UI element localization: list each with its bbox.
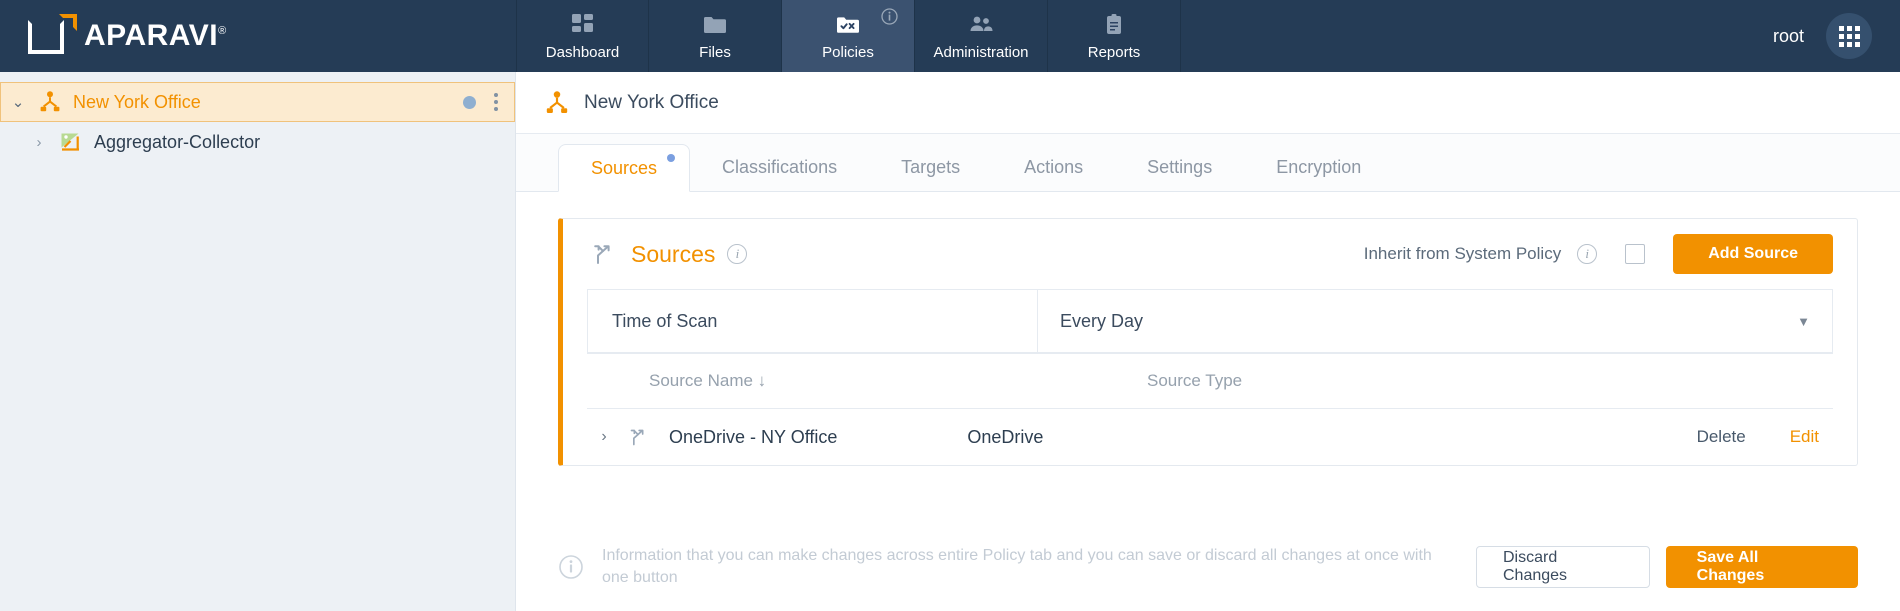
column-header-source-type-label: Source Type xyxy=(1147,371,1242,390)
column-header-source-type[interactable]: Source Type xyxy=(1147,371,1447,391)
tab-settings-label: Settings xyxy=(1147,157,1212,178)
nav-tab-files[interactable]: Files xyxy=(649,0,782,72)
breadcrumb-label: New York Office xyxy=(584,92,719,114)
tab-encryption[interactable]: Encryption xyxy=(1244,143,1393,191)
nav-tab-policies-label: Policies xyxy=(822,44,874,61)
info-circle-icon xyxy=(558,554,584,580)
tab-targets[interactable]: Targets xyxy=(869,143,992,191)
nav-tab-reports-label: Reports xyxy=(1088,44,1141,61)
inherit-info-circle-icon[interactable]: i xyxy=(1577,244,1597,264)
nav-tab-files-label: Files xyxy=(699,44,731,61)
sources-card-header-actions: Inherit from System Policy i Add Source xyxy=(1364,234,1833,274)
sidebar-item-aggregator-collector[interactable]: › Aggregator-Collector xyxy=(0,122,515,162)
table-cell-source-type: OneDrive xyxy=(967,427,1267,448)
sitemap-node-icon xyxy=(35,90,65,114)
time-of-scan-select[interactable]: Every Day ▼ xyxy=(1038,290,1832,352)
nav-tab-dashboard-label: Dashboard xyxy=(546,44,619,61)
brand-registered-mark: ® xyxy=(218,25,227,37)
table-row-actions: Delete Edit xyxy=(1697,427,1833,447)
sitemap-node-icon xyxy=(544,90,570,116)
inherit-from-system-policy-label: Inherit from System Policy xyxy=(1364,244,1561,264)
footer-buttons: Discard Changes Save All Changes xyxy=(1476,546,1858,588)
table-row[interactable]: › OneDrive - NY Office OneDrive Delete E… xyxy=(587,409,1833,465)
brand-name: APARAVI® xyxy=(84,19,227,53)
fork-branch-icon xyxy=(591,242,615,266)
grid-apps-icon[interactable] xyxy=(1826,13,1872,59)
info-circle-icon[interactable]: i xyxy=(727,244,747,264)
policies-info-icon[interactable] xyxy=(881,8,898,25)
brand-logo: APARAVI® xyxy=(0,0,516,72)
chevron-right-icon[interactable]: › xyxy=(22,134,56,151)
username-label[interactable]: root xyxy=(1773,26,1804,47)
tab-classifications[interactable]: Classifications xyxy=(690,143,869,191)
tab-settings[interactable]: Settings xyxy=(1115,143,1244,191)
sources-card-header: Sources i Inherit from System Policy i A… xyxy=(563,219,1857,289)
footer-info: Information that you can make changes ac… xyxy=(558,545,1458,588)
nav-tab-reports[interactable]: Reports xyxy=(1048,0,1181,72)
column-header-source-name-label: Source Name xyxy=(649,371,753,390)
column-header-source-name[interactable]: Source Name ↓ xyxy=(587,371,1147,391)
row-expand-chevron-right-icon[interactable]: › xyxy=(587,428,621,446)
footer-info-text: Information that you can make changes ac… xyxy=(602,545,1458,588)
page-body: ⌄ New York Office › Aggregator-Collector xyxy=(0,72,1900,611)
folder-icon xyxy=(702,12,728,38)
app-root: APARAVI® Dashboard Files xyxy=(0,0,1900,611)
nav-tab-administration[interactable]: Administration xyxy=(915,0,1048,72)
inherit-from-system-policy-checkbox[interactable] xyxy=(1625,244,1645,264)
chevron-down-icon[interactable]: ⌄ xyxy=(1,93,35,111)
users-icon xyxy=(967,12,995,38)
chevron-down-icon: ▼ xyxy=(1797,314,1810,329)
policy-tab-strip: Sources Classifications Targets Actions … xyxy=(516,134,1900,192)
time-of-scan-box: Time of Scan Every Day ▼ xyxy=(587,289,1833,353)
sidebar-item-label: New York Office xyxy=(73,92,201,113)
sources-card-title: Sources xyxy=(631,241,715,268)
time-of-scan-row: Time of Scan Every Day ▼ xyxy=(588,290,1832,352)
sidebar-tree: ⌄ New York Office › Aggregator-Collector xyxy=(0,72,516,611)
top-navigation-bar: APARAVI® Dashboard Files xyxy=(0,0,1900,72)
tab-sources-badge-dot xyxy=(667,154,675,162)
policy-folder-check-icon xyxy=(834,12,862,38)
sources-table-header: Source Name ↓ Source Type xyxy=(587,353,1833,409)
nav-tab-dashboard[interactable]: Dashboard xyxy=(516,0,649,72)
top-nav-tabs: Dashboard Files Policies xyxy=(516,0,1181,72)
brand-name-text: APARAVI xyxy=(84,19,218,52)
add-source-button[interactable]: Add Source xyxy=(1673,234,1833,274)
sources-card: Sources i Inherit from System Policy i A… xyxy=(558,218,1858,466)
breadcrumb: New York Office xyxy=(516,72,1900,134)
status-dot-icon xyxy=(463,96,476,109)
sort-descending-icon: ↓ xyxy=(758,371,767,390)
nav-tab-policies[interactable]: Policies xyxy=(782,0,915,72)
main-panel: New York Office Sources Classifications … xyxy=(516,72,1900,611)
clipboard-icon xyxy=(1102,12,1126,38)
sidebar-item-new-york-office[interactable]: ⌄ New York Office xyxy=(0,82,515,122)
time-of-scan-label: Time of Scan xyxy=(588,290,1038,352)
aggregator-collector-icon xyxy=(56,131,86,153)
tab-targets-label: Targets xyxy=(901,157,960,178)
time-of-scan-value: Every Day xyxy=(1060,311,1143,332)
discard-changes-button[interactable]: Discard Changes xyxy=(1476,546,1650,588)
delete-source-button[interactable]: Delete xyxy=(1697,427,1746,447)
dashboard-grid-icon xyxy=(570,12,596,38)
aparavi-logo-mark xyxy=(28,16,72,56)
fork-branch-icon xyxy=(621,427,655,447)
sidebar-item-label: Aggregator-Collector xyxy=(94,132,260,153)
top-bar-right: root xyxy=(1773,0,1900,72)
nav-tab-administration-label: Administration xyxy=(933,44,1028,61)
tab-actions[interactable]: Actions xyxy=(992,143,1115,191)
tab-content-sources: Sources i Inherit from System Policy i A… xyxy=(516,192,1900,523)
edit-source-button[interactable]: Edit xyxy=(1790,427,1819,447)
table-cell-source-name: OneDrive - NY Office xyxy=(655,427,837,448)
page-footer: Information that you can make changes ac… xyxy=(516,523,1900,611)
tab-classifications-label: Classifications xyxy=(722,157,837,178)
tab-sources[interactable]: Sources xyxy=(558,144,690,192)
tab-actions-label: Actions xyxy=(1024,157,1083,178)
tab-encryption-label: Encryption xyxy=(1276,157,1361,178)
kebab-menu-icon[interactable] xyxy=(494,93,498,111)
sources-table: Source Name ↓ Source Type › xyxy=(587,353,1833,465)
save-all-changes-button[interactable]: Save All Changes xyxy=(1666,546,1858,588)
tab-sources-label: Sources xyxy=(591,158,657,179)
